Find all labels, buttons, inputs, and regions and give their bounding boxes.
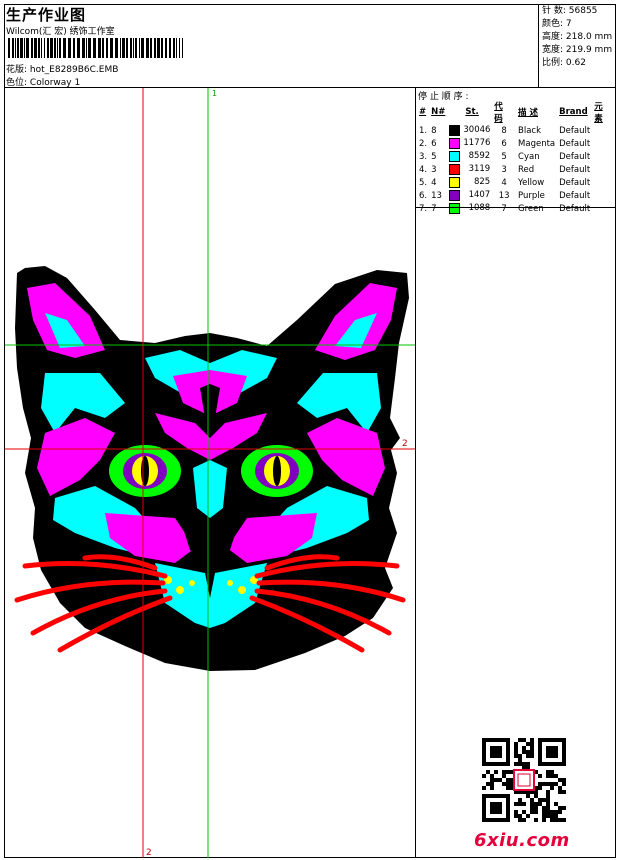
col-needle: N# (431, 107, 446, 117)
guide-label-right: 2 (402, 439, 408, 449)
color-swatch (449, 177, 461, 188)
table-row: 4. 3 3119 3 Red Default (419, 164, 591, 175)
col-element: 元 素 (594, 102, 603, 124)
site-watermark: 6xiu.com (474, 830, 570, 851)
col-brand: Brand (559, 107, 588, 117)
qr-code (482, 738, 566, 822)
color-sequence-table: # N# St. 代 码 描 述 Brand 元 素 1. 8 30046 8 Bl… (417, 100, 616, 215)
right-eye (241, 445, 313, 497)
design-file-line: 花版: hot_E8289B6C.EMB (6, 62, 118, 75)
stat-width: 宽度: 219.9 mm (542, 45, 613, 55)
design-stats: 针 数: 56855 颜色: 7 高度: 218.0 mm 宽度: 219.9 … (538, 4, 616, 88)
guide-label-top: 1 (212, 89, 217, 98)
color-swatch (449, 190, 461, 201)
table-row: 7. 7 1088 7 Green Default (419, 203, 591, 214)
page-title: 生产作业图 (6, 6, 87, 24)
design-file-name: hot_E8289B6C.EMB (29, 65, 119, 75)
color-swatch (449, 151, 461, 162)
qr-stamp-logo (513, 769, 535, 791)
stop-sequence-panel: 停 止 顺 序 : # N# St. 代 码 描 述 Brand 元 素 1. 8… (415, 88, 616, 858)
stat-height: 高度: 218.0 mm (542, 32, 613, 42)
table-row: 3. 5 8592 5 Cyan Default (419, 151, 591, 162)
table-header-row: # N# St. 代 码 描 述 Brand 元 素 (417, 100, 616, 124)
barcode (8, 38, 183, 58)
col-code: 代 码 (494, 102, 503, 124)
guide-label-bottom: 2 (146, 848, 152, 858)
color-swatch (449, 203, 461, 214)
color-swatch (449, 125, 461, 136)
col-description: 描 述 (518, 108, 538, 118)
stat-scale: 比例: 0.62 (542, 58, 586, 68)
color-swatch (449, 138, 461, 149)
col-stitches: St. (465, 107, 479, 117)
table-row: 1. 8 30046 8 Black Default (419, 125, 591, 136)
design-file-label: 花版: (6, 65, 28, 75)
table-row: 2. 6 11776 6 Magenta Default (419, 138, 591, 149)
col-index: # (419, 107, 427, 117)
stat-stitches: 针 数: 56855 (542, 6, 598, 16)
design-canvas: 1 2 2 (5, 88, 416, 858)
software-subtitle: Wilcom(汇 宏) 绣饰工作室 (6, 27, 115, 37)
cat-embroidery-artwork: 1 2 2 (5, 88, 416, 858)
left-eye (109, 445, 181, 497)
table-row: 5. 4 825 4 Yellow Default (419, 177, 591, 188)
color-swatch (449, 164, 461, 175)
table-row: 6. 13 1407 13 Purple Default (419, 190, 591, 201)
stat-colors: 颜色: 7 (542, 19, 572, 29)
table-divider (416, 207, 616, 208)
